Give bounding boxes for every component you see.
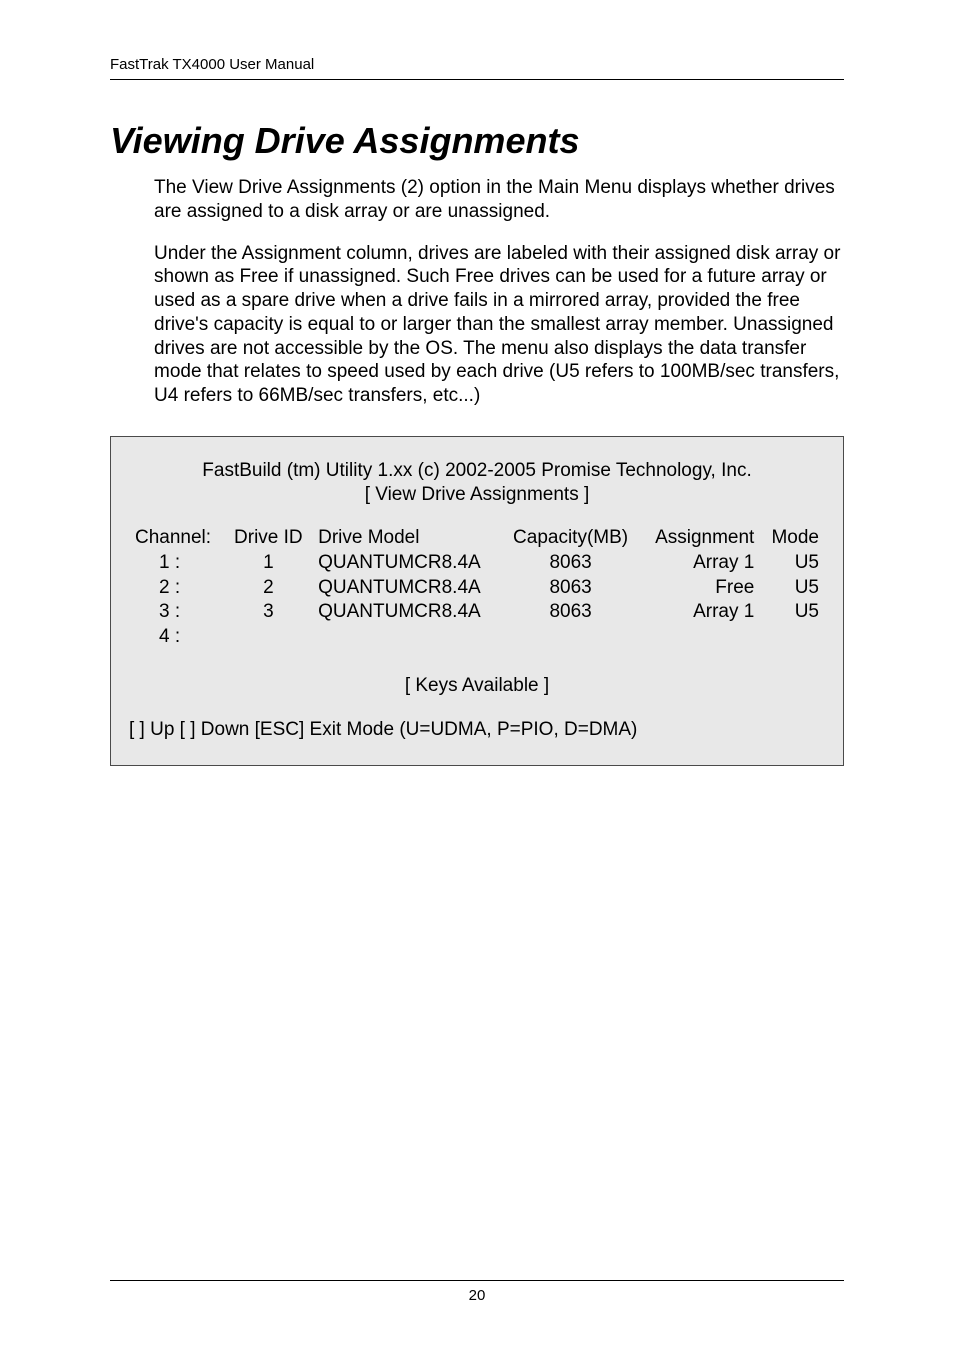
cell-mode: U5 — [760, 551, 825, 576]
cell-capacity: 8063 — [502, 576, 640, 601]
cell-driveid: 2 — [225, 576, 313, 601]
table-row: 2 : 2 QUANTUMCR8.4A 8063 Free U5 — [129, 576, 825, 601]
table-header-row: Channel: Drive ID Drive Model Capacity(M… — [129, 526, 825, 551]
cell-assignment: Free — [640, 576, 761, 601]
header-rule — [110, 79, 844, 80]
running-header: FastTrak TX4000 User Manual — [110, 56, 844, 79]
keys-available-label: [ Keys Available ] — [129, 674, 825, 699]
table-row: 4 : — [129, 625, 825, 650]
cell-mode: U5 — [760, 576, 825, 601]
page-number: 20 — [110, 1287, 844, 1304]
cell-model: QUANTUMCR8.4A — [312, 576, 502, 601]
body-paragraph-1: The View Drive Assignments (2) option in… — [154, 176, 844, 224]
cell-model: QUANTUMCR8.4A — [312, 600, 502, 625]
page-footer: 20 — [110, 1280, 844, 1304]
col-header-capacity: Capacity(MB) — [502, 526, 640, 551]
col-header-channel: Channel: — [129, 526, 225, 551]
table-row: 3 : 3 QUANTUMCR8.4A 8063 Array 1 U5 — [129, 600, 825, 625]
col-header-mode: Mode — [760, 526, 825, 551]
cell-driveid: 3 — [225, 600, 313, 625]
panel-title: FastBuild (tm) Utility 1.xx (c) 2002-200… — [129, 459, 825, 484]
bios-panel: FastBuild (tm) Utility 1.xx (c) 2002-200… — [110, 436, 844, 766]
cell-capacity — [502, 625, 640, 650]
col-header-assignment: Assignment — [640, 526, 761, 551]
cell-model — [312, 625, 502, 650]
cell-channel: 2 : — [129, 576, 225, 601]
cell-channel: 4 : — [129, 625, 225, 650]
cell-assignment: Array 1 — [640, 551, 761, 576]
page: FastTrak TX4000 User Manual Viewing Driv… — [0, 0, 954, 1352]
cell-model: QUANTUMCR8.4A — [312, 551, 502, 576]
cell-assignment — [640, 625, 761, 650]
cell-channel: 1 : — [129, 551, 225, 576]
cell-driveid — [225, 625, 313, 650]
table-row: 1 : 1 QUANTUMCR8.4A 8063 Array 1 U5 — [129, 551, 825, 576]
cell-mode: U5 — [760, 600, 825, 625]
cell-mode — [760, 625, 825, 650]
cell-channel: 3 : — [129, 600, 225, 625]
panel-subtitle: [ View Drive Assignments ] — [129, 483, 825, 508]
col-header-model: Drive Model — [312, 526, 502, 551]
body-paragraph-2: Under the Assignment column, drives are … — [154, 242, 844, 408]
col-header-driveid: Drive ID — [225, 526, 313, 551]
cell-capacity: 8063 — [502, 551, 640, 576]
cell-driveid: 1 — [225, 551, 313, 576]
cell-assignment: Array 1 — [640, 600, 761, 625]
panel-footer-keys: [ ] Up [ ] Down [ESC] Exit Mode (U=UDMA,… — [129, 718, 825, 743]
drive-table: Channel: Drive ID Drive Model Capacity(M… — [129, 526, 825, 649]
section-title: Viewing Drive Assignments — [110, 120, 844, 162]
cell-capacity: 8063 — [502, 600, 640, 625]
footer-rule — [110, 1280, 844, 1281]
